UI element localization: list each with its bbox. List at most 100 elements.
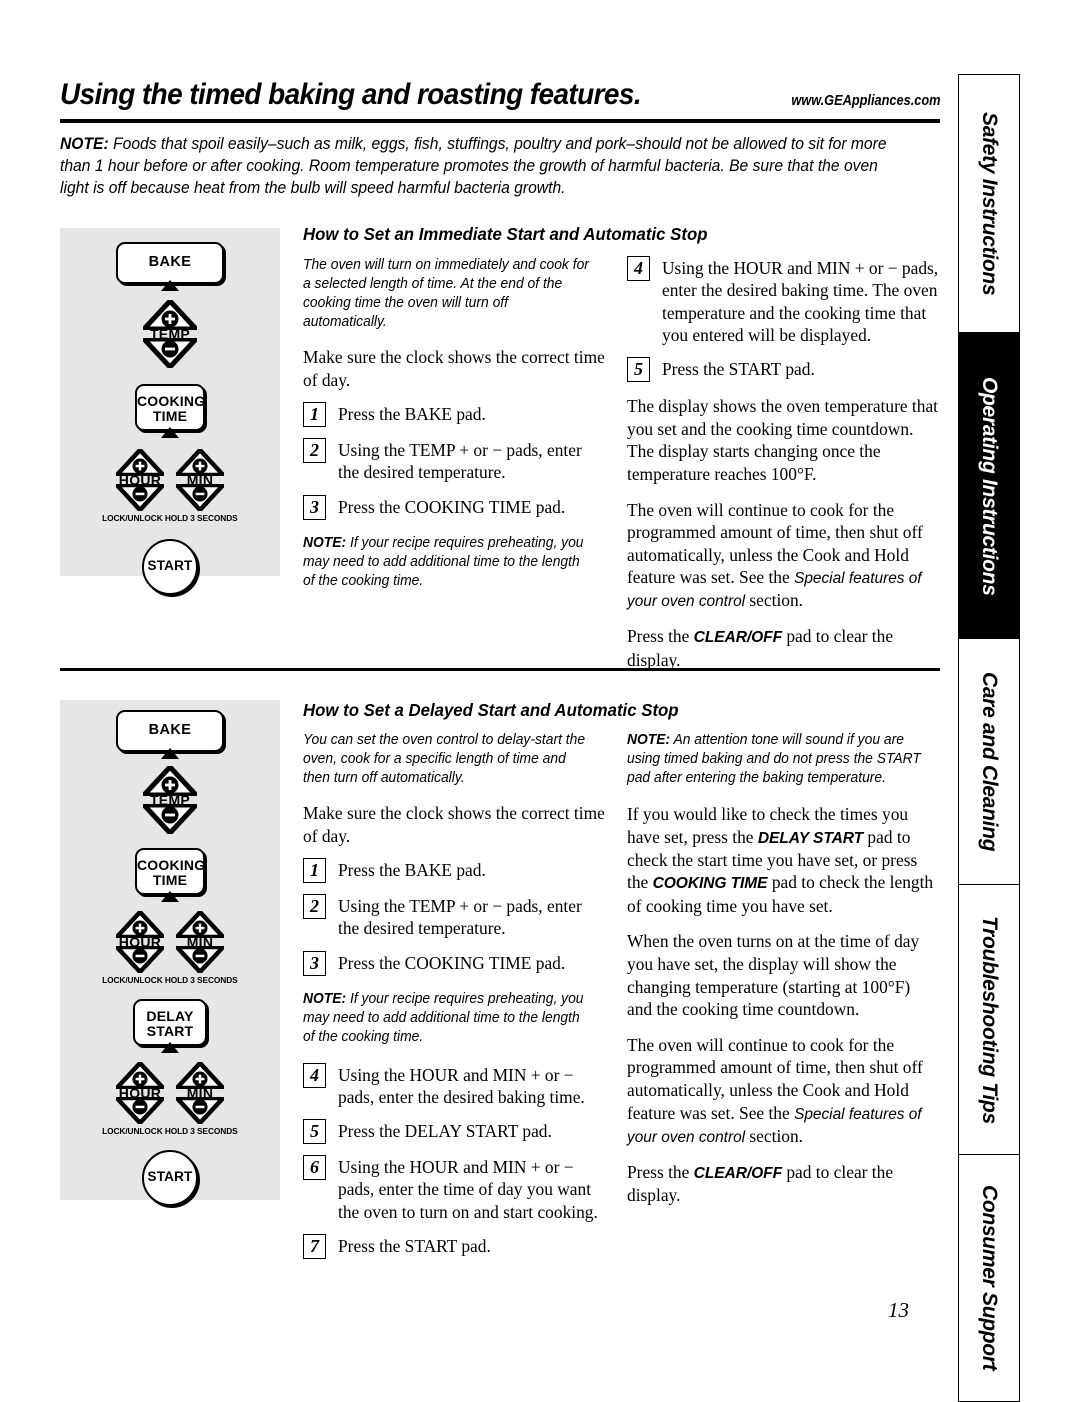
bake-pad[interactable]: BAKE [116,710,224,759]
sidebar-tab-care-and-cleaning[interactable]: Care and Cleaning [958,638,1020,886]
sidebar-tab-operating-instructions[interactable]: Operating Instructions [958,332,1020,640]
section1-step: 2 Using the TEMP + or − pads, enter the … [303,438,605,484]
section1-note: NOTE: If your recipe requires preheating… [303,534,590,591]
start-pad[interactable]: START [142,1150,198,1206]
step-pad-name: COOKING TIME [404,952,532,973]
step-text: Press the COOKING TIME pad. [338,951,605,976]
triangle-down-icon [176,946,224,973]
temp-label: TEMP [149,792,191,808]
min-control: MIN [176,1062,224,1124]
section1-note-label: NOTE: [303,534,347,551]
step-text-run: and [458,1157,493,1178]
cooking-time-pad[interactable]: COOKING TIME [135,384,205,438]
temp-control: TEMP [143,766,197,834]
section1-step: 3 Press the COOKING TIME pad. [303,494,605,520]
step-text: Press the BAKE pad. [338,402,605,427]
sidebar-tab-label: Operating Instructions [978,376,1001,596]
step-text: Using the TEMP + or − pads, enter the de… [338,894,605,940]
step-number: 1 [303,858,326,884]
step-number: 3 [303,494,326,520]
sidebar-tab-consumer-support[interactable]: Consumer Support [958,1154,1020,1402]
min-label: MIN [186,934,214,950]
step-text-run: pad. [531,952,566,973]
step-text-run: Press the [338,1235,405,1256]
step-pad-name: HOUR [409,1157,459,1178]
section1-step: 1 Press the BAKE pad. [303,402,605,428]
delay-start-label-2: START [146,1022,194,1039]
hour-label: HOUR [118,1085,162,1101]
step-text-run: and [782,258,817,278]
step-text-run: Using the [338,1157,410,1178]
triangle-down-icon [143,804,197,834]
section2-left-column: You can set the oven control to delay-st… [303,731,605,1270]
section-divider [60,668,940,671]
step-text-run: Press the [662,359,729,380]
section1-display-paragraph: The display shows the oven temperature t… [627,396,939,484]
delay-start-pad[interactable]: DELAY START [133,999,207,1053]
step-number: 6 [303,1155,326,1181]
section2-step: 4 Using the HOUR and MIN + or − pads, en… [303,1062,605,1109]
step-pad-name: BAKE [404,404,453,425]
paragraph-run: Press the [627,1161,694,1182]
clear-off-pad-name: CLEAR/OFF [693,629,782,647]
website-url: www.GEAppliances.com [790,93,940,109]
clear-off-pad-name: CLEAR/OFF [693,1164,782,1182]
step-pad-name: HOUR [733,258,783,278]
triangle-down-icon [116,946,164,973]
step-text-run: Using the [338,440,410,461]
bake-pad-nub-icon [161,280,179,291]
section2-attention-note-label: NOTE: [627,732,671,748]
paragraph-run: Press the [627,626,694,647]
step-text: Using the HOUR and MIN + or − pads, ente… [662,256,939,346]
step-number: 3 [303,950,326,976]
section2-continue-paragraph: The oven will continue to cook for the p… [627,1034,939,1148]
hour-min-up-row: HOUR MIN [116,449,224,511]
section2-intro: You can set the oven control to delay-st… [303,732,586,786]
section2-heading: How to Set a Delayed Start and Automatic… [303,700,679,720]
triangle-down-icon [116,484,164,511]
page-header: Using the timed baking and roasting feat… [60,78,940,199]
step-number: 4 [303,1062,326,1088]
min-down-pad[interactable] [176,1097,224,1124]
section1-intro: The oven will turn on immediately and co… [303,257,589,330]
min-control: MIN [176,449,224,511]
step-number: 5 [303,1119,326,1145]
sidebar-tab-label: Troubleshooting Tips [978,916,1001,1124]
header-rule [60,119,940,123]
sidebar-tab-troubleshooting-tips[interactable]: Troubleshooting Tips [958,884,1020,1156]
step-pad-name: TEMP + [409,896,470,917]
step-text-run: Press the [338,1121,405,1142]
cooking-time-label-1: COOKING [137,857,206,873]
section2-check-paragraph: If you would like to check the times you… [627,803,939,917]
hour-down-pad[interactable] [116,1097,164,1124]
bake-pad[interactable]: BAKE [116,242,224,291]
hour-down-pad[interactable] [116,484,164,511]
step-text-run: Press the [338,952,405,973]
paragraph-run: section. [745,1125,804,1146]
min-control: MIN [176,911,224,973]
bake-pad-nub-icon [161,748,179,759]
step-pad-name: HOUR [409,1064,459,1085]
delay-start-pad-name: DELAY START [757,829,864,847]
control-panel-diagram-1: BAKE TEMP COOKING TIME HOUR MIN LOCK/UNL… [60,228,280,595]
start-pad[interactable]: START [142,539,198,595]
section2-clock-note: Make sure the clock shows the correct ti… [303,802,605,846]
step-pad-name: BAKE [404,860,453,881]
section2-step: 7 Press the START pad. [303,1233,605,1259]
cooking-time-pad[interactable]: COOKING TIME [135,848,206,902]
section2-step: 6 Using the HOUR and MIN + or − pads, en… [303,1155,605,1223]
sidebar-tab-safety-instructions[interactable]: Safety Instructions [958,74,1020,334]
temp-down-pad[interactable] [143,804,197,834]
section1-heading: How to Set an Immediate Start and Automa… [303,224,708,244]
section1-clear-paragraph: Press the CLEAR/OFF pad to clear the dis… [627,625,939,671]
step-text-run: pad. [518,1121,552,1142]
min-down-pad[interactable] [176,946,224,973]
step-pad-name: MIN + [492,1064,541,1085]
step-text: Press the START pad. [662,357,939,382]
step-pad-name: MIN + [816,258,865,278]
hour-down-pad[interactable] [116,946,164,973]
step-text-run: Using the [338,896,410,917]
temp-down-pad[interactable] [143,338,197,368]
control-panel-stack-2: BAKE TEMP COOKING TIME HOUR MIN LOCK/UNL… [60,710,280,1206]
min-down-pad[interactable] [176,484,224,511]
